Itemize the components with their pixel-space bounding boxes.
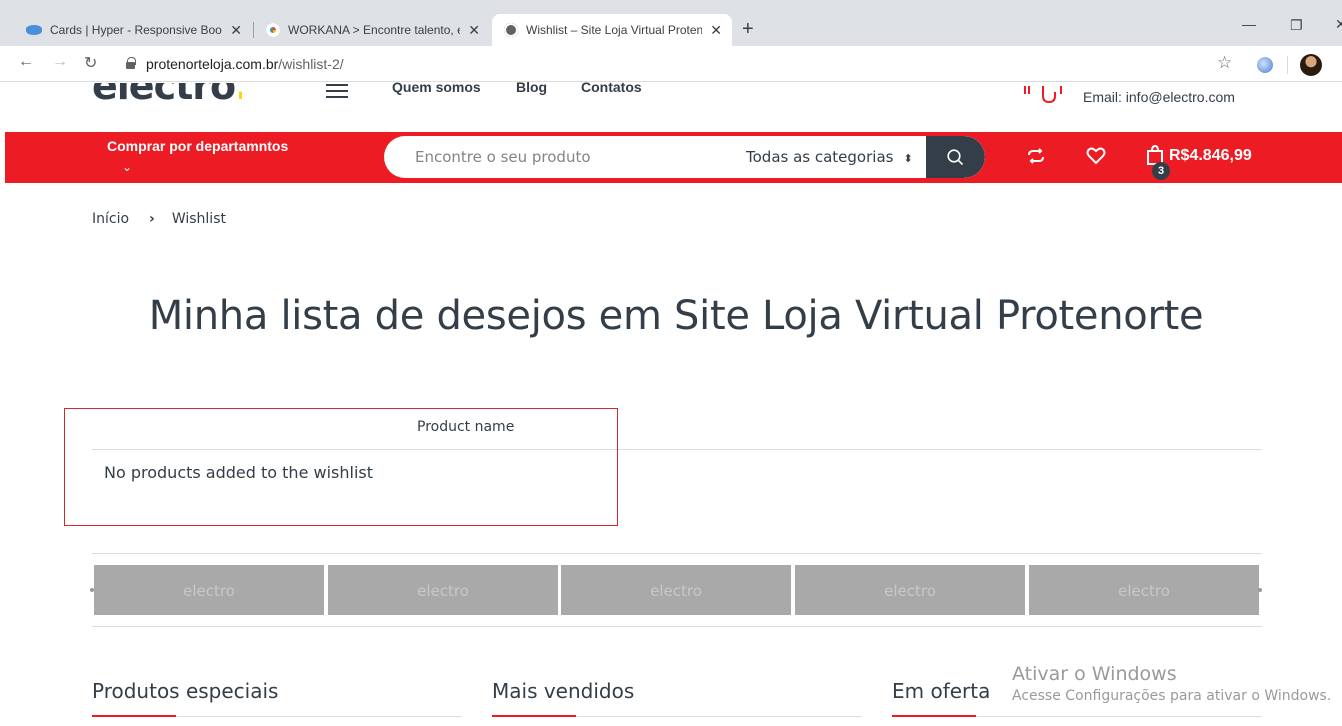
search-icon [947, 149, 964, 166]
menu-icon[interactable] [326, 84, 348, 98]
browser-tab[interactable]: Cards | Hyper - Responsive Bootstrap ✕ [14, 14, 252, 46]
breadcrumb-home[interactable]: Início [92, 211, 129, 227]
chevron-down-icon[interactable]: ⌄ [122, 160, 132, 174]
toolbar-divider [1287, 56, 1288, 74]
logo-text: electro [92, 83, 236, 103]
profile-avatar[interactable] [1300, 54, 1322, 76]
globe-icon [504, 23, 518, 37]
contact-email: Email: info@electro.com [1083, 89, 1235, 105]
windows-activation-subtitle: Acesse Configurações para ativar o Windo… [1012, 688, 1332, 704]
widget-title-special-products: Produtos especiais [92, 679, 279, 703]
brand-logo[interactable]: electro [328, 565, 558, 615]
search-box: Todas as categorias ⬍ [384, 136, 985, 178]
browser-tab[interactable]: WORKANA > Encontre talento, e ✕ [254, 14, 490, 46]
brand-logo[interactable]: electro [795, 565, 1025, 615]
hyper-icon [26, 25, 42, 35]
lock-icon [126, 57, 136, 69]
bookmark-star-icon[interactable]: ☆ [1217, 53, 1232, 73]
close-icon[interactable]: ✕ [710, 22, 722, 39]
browser-tab-active[interactable]: Wishlist – Site Loja Virtual Protenorte … [492, 14, 732, 46]
brand-logo[interactable]: electro [1029, 565, 1259, 615]
tab-title: WORKANA > Encontre talento, e [288, 23, 461, 37]
tab-title: Cards | Hyper - Responsive Bootstrap [50, 23, 222, 37]
divider [92, 553, 1262, 554]
logo-dot: . [235, 83, 242, 103]
address-bar: ← → ↻ protenorteloja.com.br/wishlist-2/ … [0, 46, 1342, 82]
brand-logo[interactable]: electro [561, 565, 791, 615]
extension-icon[interactable] [1257, 57, 1273, 73]
forward-icon[interactable]: → [52, 53, 68, 71]
widget-title-best-sellers: Mais vendidos [492, 679, 635, 703]
restore-icon[interactable]: ❐ [1290, 17, 1303, 34]
close-icon[interactable]: ✕ [468, 22, 480, 39]
windows-activation-title: Ativar o Windows [1012, 663, 1177, 685]
highlight-box [64, 408, 618, 526]
widget-underline [92, 715, 462, 717]
browser-tab-bar: Cards | Hyper - Responsive Bootstrap ✕ W… [0, 0, 1342, 46]
breadcrumb: Início › Wishlist [92, 211, 226, 227]
cart-count-badge: 3 [1152, 162, 1170, 180]
url-path: /wishlist-2/ [278, 56, 344, 72]
close-window-icon[interactable]: ✕ [1335, 16, 1342, 33]
workana-icon [266, 23, 280, 37]
back-icon[interactable]: ← [18, 53, 34, 71]
new-tab-button[interactable]: + [742, 18, 754, 41]
widget-underline [492, 715, 862, 717]
nav-link-contatos[interactable]: Contatos [581, 79, 642, 95]
brand-logo[interactable]: electro [94, 565, 324, 615]
close-icon[interactable]: ✕ [230, 22, 242, 39]
reload-icon[interactable]: ↻ [84, 53, 97, 73]
tab-title: Wishlist – Site Loja Virtual Protenorte [526, 23, 703, 37]
heart-icon[interactable] [1086, 146, 1106, 166]
compare-icon[interactable] [1026, 146, 1046, 166]
nav-link-blog[interactable]: Blog [516, 79, 547, 95]
sort-arrows-icon: ⬍ [903, 152, 913, 165]
search-input[interactable] [384, 136, 714, 178]
widget-title-on-sale: Em oferta [892, 679, 991, 703]
breadcrumb-current: Wishlist [171, 211, 226, 227]
departments-button[interactable]: Comprar por departamntos [107, 138, 288, 154]
widget-underline [892, 715, 1262, 717]
breadcrumb-separator-icon: › [149, 211, 155, 227]
category-select[interactable]: Todas as categorias ⬍ [746, 148, 913, 166]
url-host: protenorteloja.com.br [146, 56, 279, 72]
phone-icon [1024, 86, 1062, 104]
carousel-next-icon[interactable] [1258, 588, 1262, 592]
page-title: Minha lista de desejos em Site Loja Virt… [148, 293, 1204, 339]
category-select-value: Todas as categorias [746, 148, 894, 166]
minimize-icon[interactable]: — [1242, 16, 1256, 32]
divider [92, 626, 1262, 627]
nav-link-quem-somos[interactable]: Quem somos [392, 79, 481, 95]
cart-total[interactable]: R$4.846,99 [1169, 147, 1252, 165]
search-button[interactable] [926, 136, 985, 178]
url-field[interactable]: protenorteloja.com.br/wishlist-2/ [146, 56, 344, 72]
site-logo[interactable]: electro. [92, 83, 242, 103]
